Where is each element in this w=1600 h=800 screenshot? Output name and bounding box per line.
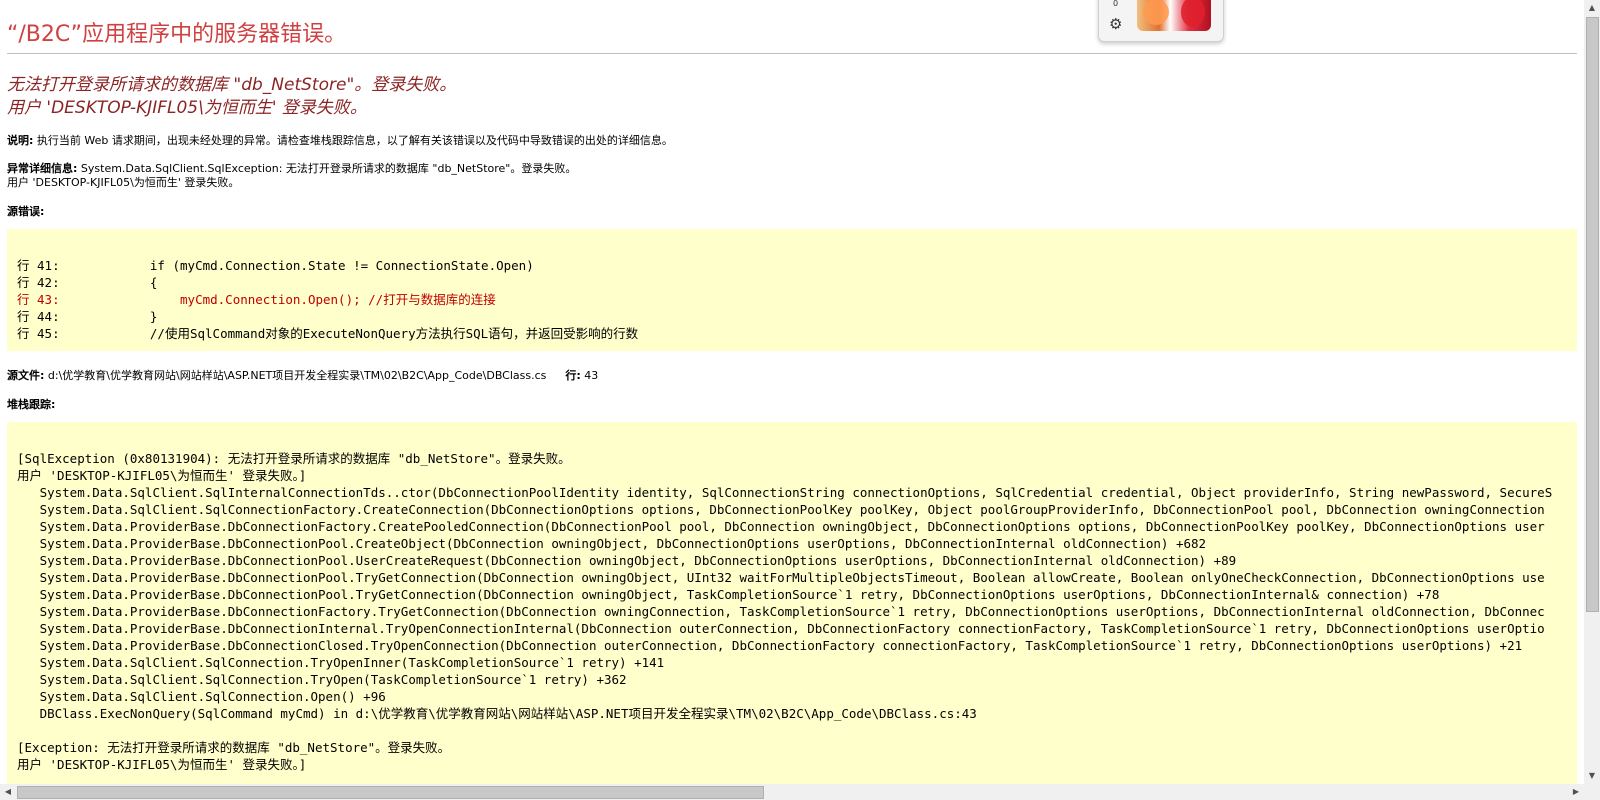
stack-line: System.Data.SqlClient.SqlConnection.TryO…: [17, 672, 627, 687]
stack-line: System.Data.ProviderBase.DbConnectionPoo…: [17, 587, 1440, 602]
stack-line: System.Data.ProviderBase.DbConnectionFac…: [17, 519, 1545, 534]
exception-details-line-2: 用户 'DESKTOP-KJIFL05\为恒而生' 登录失败。: [7, 176, 240, 189]
source-code-box: 行 41: if (myCmd.Connection.State != Conn…: [7, 229, 1577, 351]
stack-line: [SqlException (0x80131904): 无法打开登录所请求的数据…: [17, 451, 571, 466]
source-file-path: d:\优学教育\优学教育网站\网站样站\ASP.NET项目开发全程实录\TM\0…: [47, 369, 547, 382]
vertical-scroll-thumb[interactable]: [1586, 17, 1599, 612]
error-message-line-1: 无法打开登录所请求的数据库 "db_NetStore"。登录失败。: [7, 75, 457, 95]
stack-line: DBClass.ExecNonQuery(SqlCommand myCmd) i…: [17, 706, 977, 721]
source-error-label: 源错误:: [7, 205, 45, 218]
stack-line: System.Data.ProviderBase.DbConnectionPoo…: [17, 570, 1545, 585]
description-text: 执行当前 Web 请求期间，出现未经处理的异常。请检查堆栈跟踪信息，以了解有关该…: [36, 134, 673, 147]
stack-line: System.Data.ProviderBase.DbConnectionInt…: [17, 621, 1545, 636]
scroll-left-icon[interactable]: ◀: [0, 784, 16, 800]
stack-trace-heading: 堆栈跟踪:: [7, 396, 55, 412]
scroll-up-icon[interactable]: ▲: [1584, 0, 1600, 16]
horizontal-scroll-thumb[interactable]: [17, 786, 764, 799]
stack-line: System.Data.ProviderBase.DbConnectionPoo…: [17, 553, 1237, 568]
stack-line: System.Data.SqlClient.SqlConnection.TryO…: [17, 655, 665, 670]
stack-line: System.Data.SqlClient.SqlConnection.Open…: [17, 689, 386, 704]
source-line-value: 43: [584, 369, 599, 382]
flyout-counter: 0: [1113, 0, 1119, 8]
source-line: 行 45: //使用SqlCommand对象的ExecuteNonQuery方法…: [17, 326, 639, 341]
thumbnail-image[interactable]: [1137, 0, 1211, 31]
source-line: 行 41: if (myCmd.Connection.State != Conn…: [17, 258, 534, 273]
source-line-label: 行:: [565, 369, 581, 382]
source-line: 行 42: {: [17, 275, 158, 290]
scroll-right-icon[interactable]: ▶: [1568, 784, 1584, 800]
page-title: “/B2C”应用程序中的服务器错误。: [7, 22, 347, 47]
source-line: 行 43: myCmd.Connection.Open(); //打开与数据库的…: [17, 292, 496, 307]
page-content: “/B2C”应用程序中的服务器错误。 无法打开登录所请求的数据库 "db_Net…: [0, 0, 1584, 784]
source-file: 源文件: d:\优学教育\优学教育网站\网站样站\ASP.NET项目开发全程实录…: [7, 367, 598, 383]
stack-line: 用户 'DESKTOP-KJIFL05\为恒而生' 登录失败。]: [17, 757, 307, 772]
description-label: 说明:: [7, 134, 34, 147]
stack-line: System.Data.SqlClient.SqlInternalConnect…: [17, 485, 1553, 500]
stack-trace-label: 堆栈跟踪:: [7, 398, 56, 411]
title-divider: [7, 53, 1577, 54]
gear-icon[interactable]: ⚙: [1109, 15, 1122, 33]
scrollbar-corner: [1584, 784, 1600, 800]
stack-line: 用户 'DESKTOP-KJIFL05\为恒而生' 登录失败。]: [17, 468, 307, 483]
stack-line: System.Data.ProviderBase.DbConnectionClo…: [17, 638, 1523, 653]
scroll-down-icon[interactable]: ▼: [1584, 768, 1600, 784]
source-line: 行 44: }: [17, 309, 158, 324]
source-error-heading: 源错误:: [7, 203, 44, 219]
stack-line: System.Data.ProviderBase.DbConnectionFac…: [17, 604, 1545, 619]
stack-line: System.Data.ProviderBase.DbConnectionPoo…: [17, 536, 1207, 551]
description: 说明: 执行当前 Web 请求期间，出现未经处理的异常。请检查堆栈跟踪信息，以了…: [7, 132, 673, 148]
source-file-label: 源文件:: [7, 369, 45, 382]
error-message-line-2: 用户 'DESKTOP-KJIFL05\为恒而生' 登录失败。: [7, 98, 367, 118]
stack-trace-box: [SqlException (0x80131904): 无法打开登录所请求的数据…: [7, 422, 1577, 784]
horizontal-scrollbar[interactable]: ◀ ▶: [0, 784, 1584, 800]
stack-line: System.Data.SqlClient.SqlConnectionFacto…: [17, 502, 1545, 517]
vertical-scrollbar[interactable]: ▲ ▼: [1584, 0, 1600, 784]
source-code: 行 41: if (myCmd.Connection.State != Conn…: [17, 257, 638, 342]
screenshot-flyout[interactable]: 0 ⚙: [1098, 0, 1224, 42]
stack-trace: [SqlException (0x80131904): 无法打开登录所请求的数据…: [17, 450, 1552, 773]
stack-line: [Exception: 无法打开登录所请求的数据库 "db_NetStore"。…: [17, 740, 451, 755]
